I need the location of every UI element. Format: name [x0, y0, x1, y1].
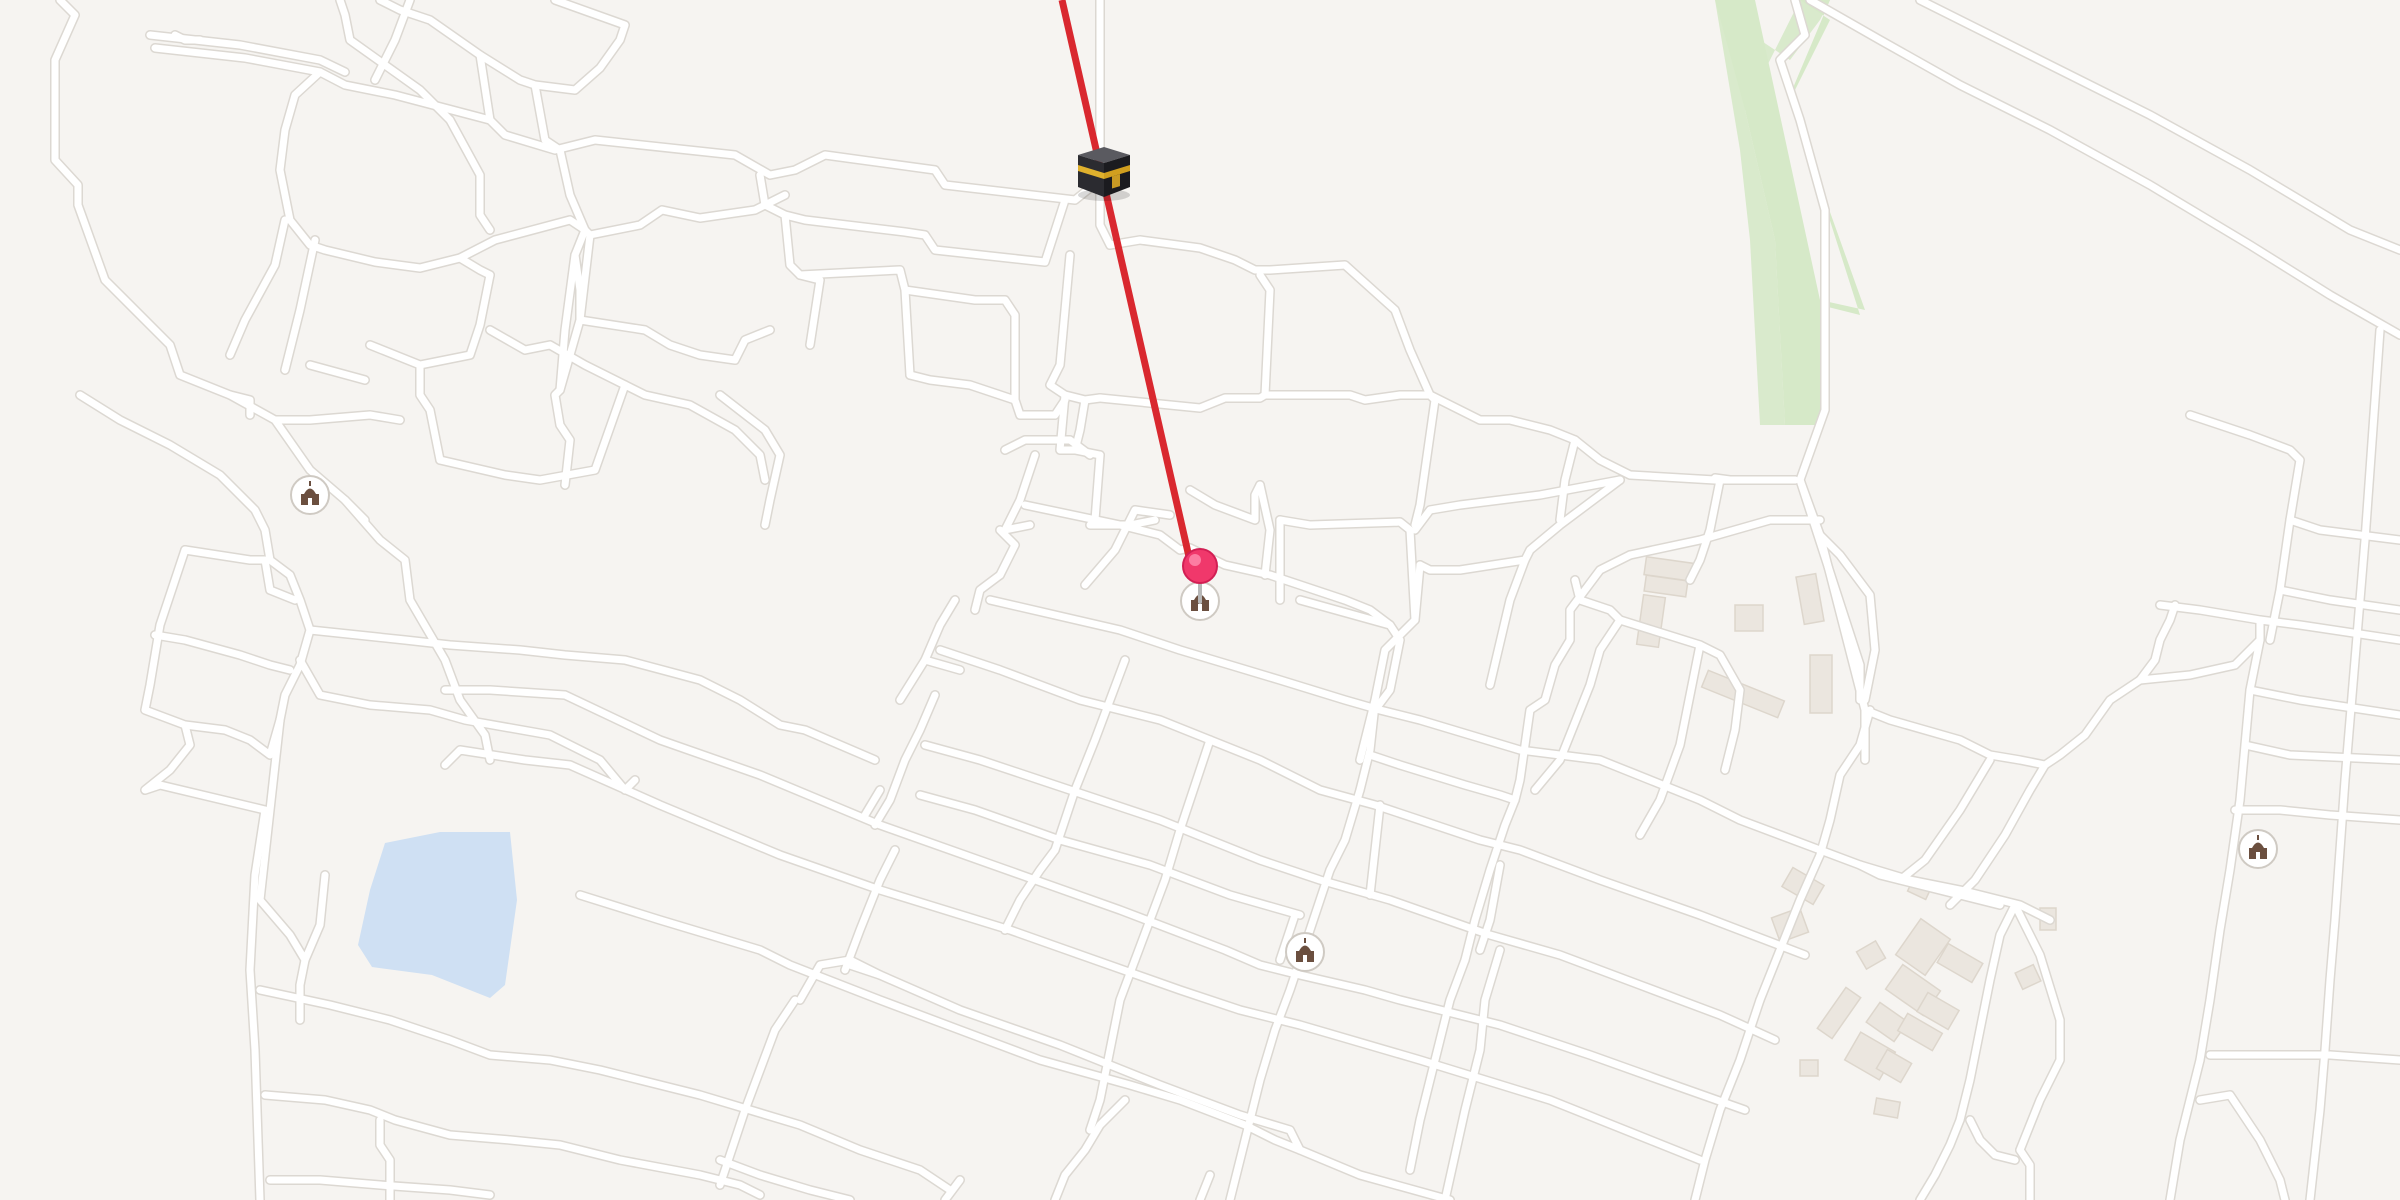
road [1001, 521, 1034, 534]
map-canvas[interactable] [0, 0, 2400, 1200]
mosque-marker[interactable] [290, 475, 330, 515]
mosque-marker[interactable] [2238, 829, 2278, 869]
kaaba-icon[interactable] [1078, 147, 1130, 201]
road [1711, 474, 1799, 484]
location-pin-icon [1182, 548, 1218, 584]
map-view[interactable] [0, 0, 2400, 1200]
mosque-marker[interactable] [1285, 932, 1325, 972]
